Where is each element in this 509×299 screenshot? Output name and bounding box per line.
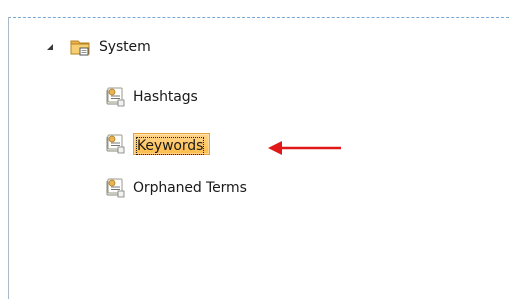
term-set-icon (106, 178, 125, 198)
tree-node-label: Orphaned Terms (133, 180, 247, 196)
tree-node-orphaned-terms[interactable]: Orphaned Terms (104, 175, 247, 201)
collapse-triangle-icon[interactable] (45, 42, 55, 52)
panel-left-border (8, 17, 9, 299)
tree-node-label: Hashtags (133, 89, 198, 105)
tree-node-system[interactable]: System (68, 34, 151, 60)
selected-tree-node-label[interactable]: Keywords (133, 133, 211, 155)
tree-node-keywords[interactable]: Keywords (104, 131, 211, 157)
annotation-arrow-icon (268, 141, 341, 155)
term-set-icon (106, 87, 125, 107)
panel-top-border (8, 17, 509, 18)
term-set-icon (106, 134, 125, 154)
tree-node-label: Keywords (135, 137, 205, 155)
folder-icon (70, 40, 90, 56)
taxonomy-tree-panel: System Hashtags Keywords Orphaned Terms (0, 0, 509, 299)
tree-node-hashtags[interactable]: Hashtags (104, 84, 198, 110)
tree-node-label: System (99, 39, 151, 55)
